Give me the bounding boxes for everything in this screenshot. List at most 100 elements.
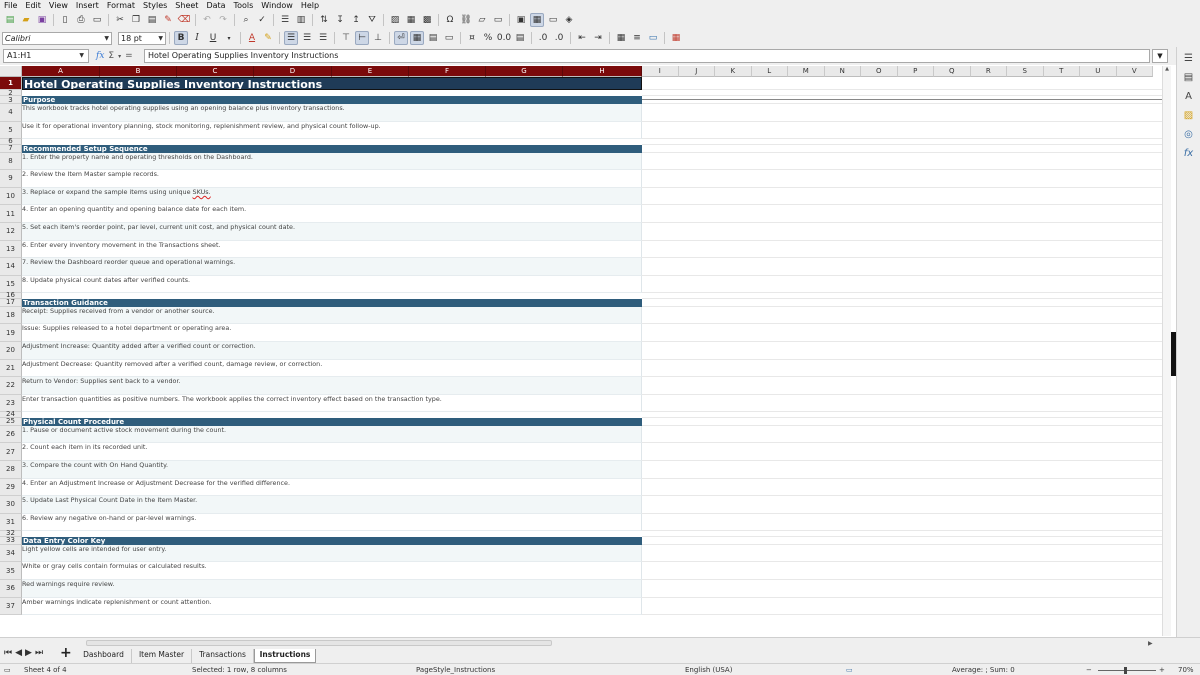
show-draw-functions-icon[interactable]: ◈ [562, 13, 576, 27]
row-header[interactable]: 22 [0, 377, 22, 395]
instruction-cell[interactable]: Enter transaction quantities as positive… [22, 394, 642, 412]
row-header[interactable]: 27 [0, 443, 22, 461]
column-header-t[interactable]: T [1043, 66, 1080, 77]
formula-input[interactable]: Hotel Operating Supplies Inventory Instr… [144, 49, 1150, 63]
chevron-down-icon[interactable]: ▼ [104, 33, 111, 44]
row-header[interactable]: 21 [0, 359, 22, 378]
column-header-g[interactable]: G [486, 66, 563, 77]
column-header-e[interactable]: E [332, 66, 409, 77]
align-right-icon[interactable]: ☰ [316, 31, 330, 45]
row-header[interactable]: 29 [0, 478, 22, 497]
scroll-up-icon[interactable]: ▲ [1163, 66, 1171, 72]
clear-formatting-icon[interactable]: ⌫ [177, 13, 191, 27]
menu-item-data[interactable]: Data [202, 0, 229, 11]
zoom-slider-knob[interactable] [1124, 667, 1127, 674]
menu-item-file[interactable]: File [0, 0, 21, 11]
instruction-cell[interactable]: 7. Review the Dashboard reorder queue an… [22, 258, 642, 276]
comment-icon[interactable]: ▱ [475, 13, 489, 27]
menu-item-view[interactable]: View [45, 0, 72, 11]
row-header[interactable]: 14 [0, 258, 22, 276]
menu-item-help[interactable]: Help [297, 0, 323, 11]
menu-item-styles[interactable]: Styles [139, 0, 171, 11]
instruction-cell[interactable]: Red warnings require review. [22, 580, 642, 598]
row-header[interactable]: 12 [0, 223, 22, 241]
sheet-tab-item-master[interactable]: Item Master [132, 649, 192, 663]
instruction-cell[interactable]: 6. Review any negative on-hand or par-le… [22, 513, 642, 531]
styles-icon[interactable]: A [1182, 90, 1196, 104]
menu-item-format[interactable]: Format [103, 0, 139, 11]
instruction-cell[interactable]: 2. Review the Item Master sample records… [22, 170, 642, 188]
column-header-i[interactable]: I [642, 66, 679, 77]
formula-icon[interactable]: = [125, 51, 133, 61]
menu-item-window[interactable]: Window [257, 0, 297, 11]
font-name-box[interactable]: Calibri ▼ [2, 31, 112, 45]
scroll-right-icon[interactable]: ▶ [1148, 640, 1153, 647]
section-header-cell[interactable]: Transaction Guidance [22, 298, 642, 307]
row-header[interactable]: 3 [0, 96, 22, 104]
highlight-color-icon[interactable]: ✎ [261, 31, 275, 45]
column-header-r[interactable]: R [970, 66, 1007, 77]
instruction-cell[interactable]: 1. Enter the property name and operating… [22, 152, 642, 171]
sheet-tab-dashboard[interactable]: Dashboard [76, 649, 132, 663]
menu-item-sheet[interactable]: Sheet [171, 0, 202, 11]
wrap-text-icon[interactable]: ⏎ [394, 31, 408, 45]
increase-indent-icon[interactable]: ⇥ [591, 31, 605, 45]
zoom-slider[interactable] [1098, 670, 1156, 671]
number-format-icon[interactable]: 0.0 [497, 31, 511, 45]
print-preview-icon[interactable]: ▭ [90, 13, 104, 27]
row-header[interactable]: 18 [0, 306, 22, 325]
menu-item-tools[interactable]: Tools [230, 0, 258, 11]
new-document-icon[interactable]: ▤ [3, 13, 17, 27]
column-header-j[interactable]: J [678, 66, 715, 77]
instruction-cell[interactable]: 5. Update Last Physical Count Date in th… [22, 496, 642, 514]
sort-ascending-icon[interactable]: ↧ [333, 13, 347, 27]
instruction-cell[interactable]: 3. Replace or expand the sample items us… [22, 187, 642, 206]
unmerge-icon[interactable]: ▤ [426, 31, 440, 45]
merge-center-icon[interactable]: ▦ [410, 31, 424, 45]
font-size-box[interactable]: 18 pt ▼ [118, 31, 166, 45]
border-style-icon[interactable]: ≡ [630, 31, 644, 45]
menu-item-insert[interactable]: Insert [72, 0, 103, 11]
autofilter-icon[interactable]: ⛛ [365, 13, 379, 27]
select-all-corner[interactable] [0, 66, 22, 77]
spelling-icon[interactable]: ✓ [255, 13, 269, 27]
border-color-icon[interactable]: ▭ [646, 31, 660, 45]
pivot-table-icon[interactable]: ▩ [420, 13, 434, 27]
paste-icon[interactable]: ▤ [145, 13, 159, 27]
column-header-m[interactable]: M [788, 66, 825, 77]
column-header-s[interactable]: S [1007, 66, 1044, 77]
special-character-icon[interactable]: Ω [443, 13, 457, 27]
zoom-out-icon[interactable]: − [1086, 664, 1092, 675]
add-decimal-icon[interactable]: .0 [536, 31, 550, 45]
status-page-style[interactable]: PageStyle_Instructions [416, 664, 495, 675]
status-language[interactable]: English (USA) [685, 664, 732, 675]
function-wizard-icon[interactable]: fx [96, 51, 104, 61]
underline-button[interactable]: U [206, 31, 220, 45]
sheet-tab-instructions[interactable]: Instructions [254, 649, 316, 663]
clone-formatting-icon[interactable]: ✎ [161, 13, 175, 27]
align-middle-icon[interactable]: ⊢ [355, 31, 369, 45]
freeze-rows-columns-icon[interactable]: ▦ [530, 13, 544, 27]
insert-chart-icon[interactable]: ▦ [404, 13, 418, 27]
find-replace-icon[interactable]: ⌕ [239, 13, 253, 27]
instruction-cell[interactable]: 4. Enter an opening quantity and opening… [22, 205, 642, 223]
row-header[interactable]: 28 [0, 461, 22, 479]
instruction-cell[interactable]: 4. Enter an Adjustment Increase or Adjus… [22, 478, 642, 497]
menu-item-edit[interactable]: Edit [21, 0, 45, 11]
align-bottom-icon[interactable]: ⊥ [371, 31, 385, 45]
instruction-cell[interactable]: 6. Enter every inventory movement in the… [22, 240, 642, 259]
instruction-cell[interactable]: Light yellow cells are intended for user… [22, 544, 642, 563]
selection-mode-icon[interactable]: ▭ [846, 664, 853, 675]
instruction-cell[interactable]: 3. Compare the count with On Hand Quanti… [22, 461, 642, 479]
name-box[interactable]: A1:H1 ▼ [3, 49, 89, 63]
redo-icon[interactable]: ↷ [216, 13, 230, 27]
column-header-d[interactable]: D [254, 66, 332, 77]
horizontal-scrollbar[interactable] [86, 640, 552, 646]
insert-image-icon[interactable]: ▨ [388, 13, 402, 27]
instruction-cell[interactable]: 1. Pause or document active stock moveme… [22, 425, 642, 444]
font-color-icon[interactable]: A [245, 31, 259, 45]
functions-icon[interactable]: fx [1182, 147, 1196, 161]
row-header[interactable]: 5 [0, 121, 22, 139]
undo-icon[interactable]: ↶ [200, 13, 214, 27]
column-header-b[interactable]: B [100, 66, 177, 77]
